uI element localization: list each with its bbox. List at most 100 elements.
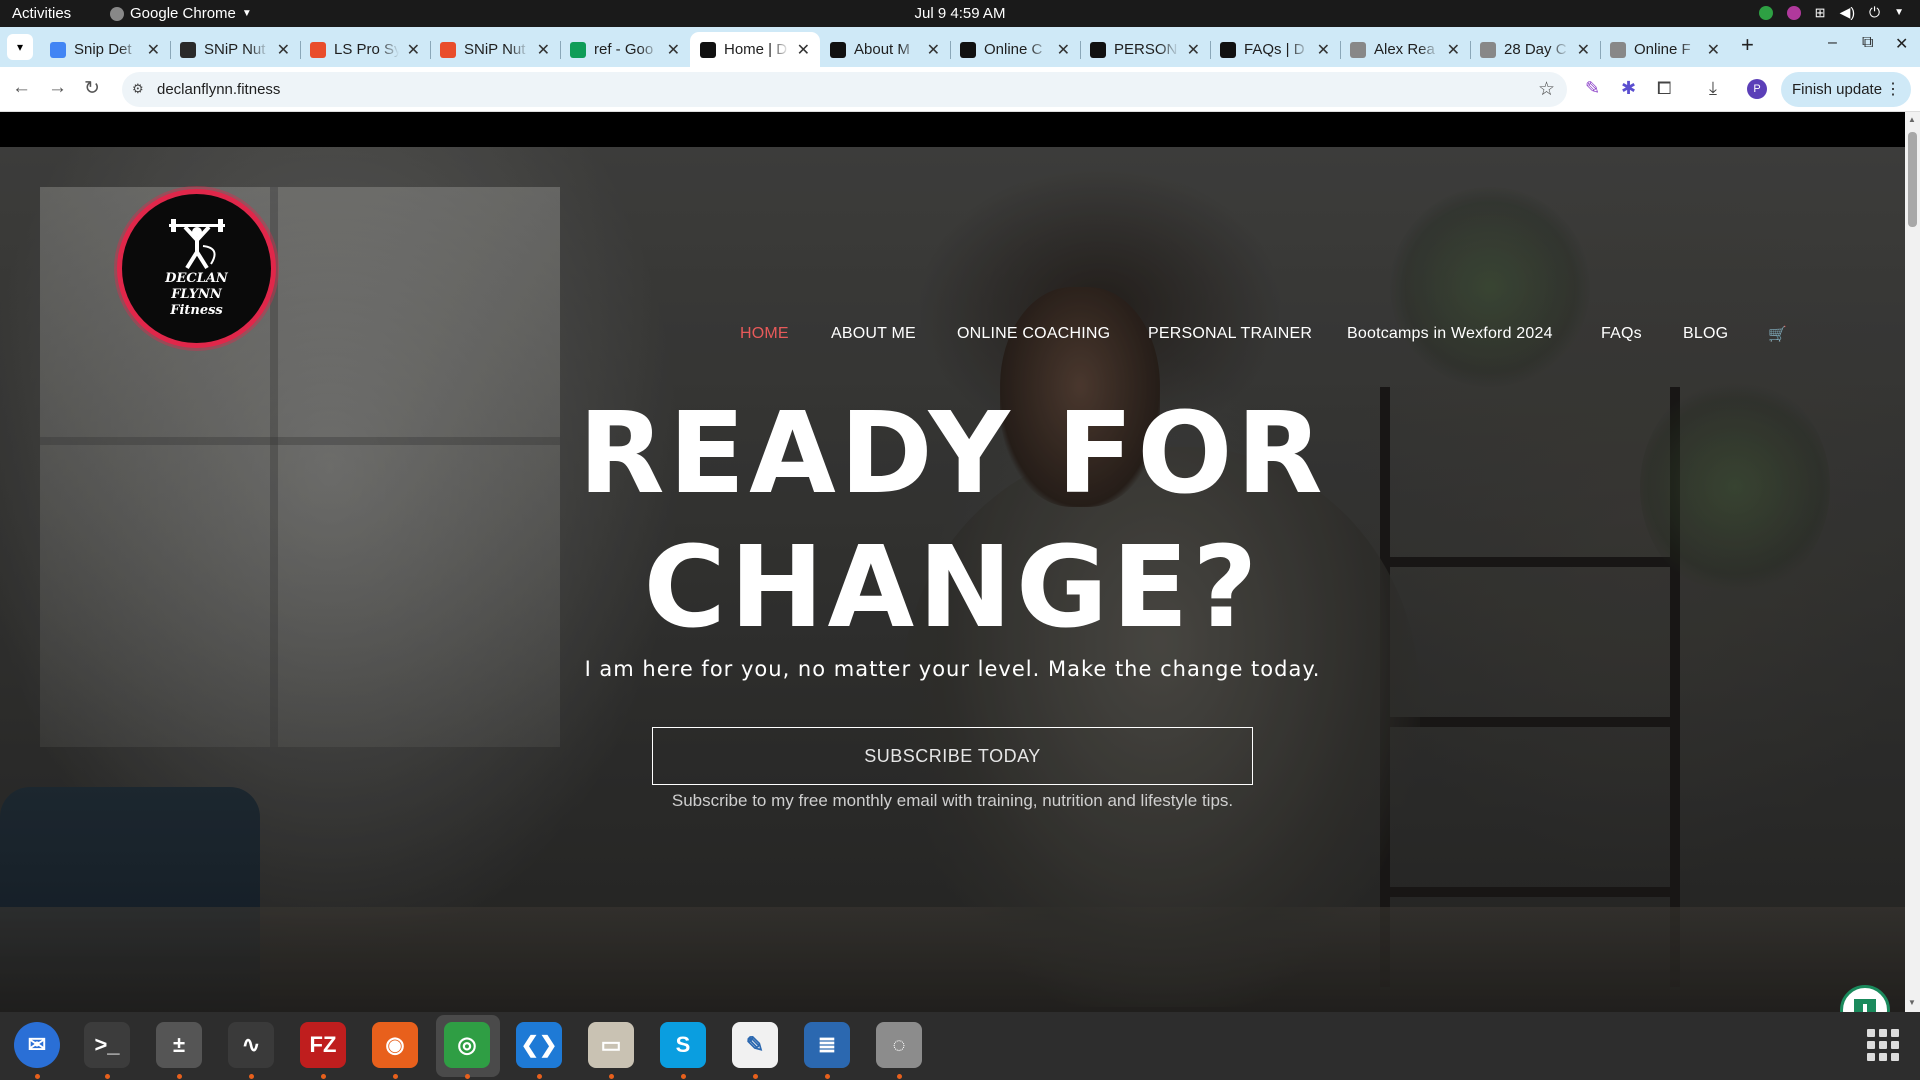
activities-button[interactable]: Activities [12,5,71,22]
browser-tab[interactable]: Online C ✕ [950,32,1080,67]
close-tab-icon[interactable]: ✕ [1317,40,1330,60]
close-tab-icon[interactable]: ✕ [797,40,810,60]
pen-extension-icon[interactable]: ✎ [1585,78,1600,99]
chrome-icon[interactable]: ◎ [444,1022,490,1068]
subscribe-today-button[interactable]: SUBSCRIBE TODAY [652,727,1253,785]
text-editor-icon[interactable]: ✎ [732,1022,778,1068]
close-tab-icon[interactable]: ✕ [1187,40,1200,60]
tab-separator [300,41,301,59]
site-logo[interactable]: DECLAN FLYNN Fitness [122,194,271,343]
browser-tab[interactable]: LS Pro Sy ✕ [300,32,430,67]
scroll-down-arrow-icon[interactable]: ▼ [1908,998,1916,1007]
reload-icon[interactable]: ↻ [84,77,100,100]
browser-tab[interactable]: PERSON ✕ [1080,32,1210,67]
new-tab-button[interactable]: + [1741,32,1754,58]
browser-tab[interactable]: ref - Goo ✕ [560,32,690,67]
app-menu[interactable]: Google Chrome ▼ [110,5,252,22]
close-window-icon[interactable]: ✕ [1895,34,1908,54]
nav-item-bootcamps[interactable]: Bootcamps in Wexford 2024 [1347,325,1553,343]
site-info-icon[interactable]: ⚙ [132,81,148,97]
tab-title: Online F [1634,41,1691,58]
running-indicator [393,1074,398,1079]
tab-separator [1340,41,1341,59]
close-tab-icon[interactable]: ✕ [1707,40,1720,60]
browser-tab[interactable]: 28 Day C ✕ [1470,32,1600,67]
nav-item-faqs[interactable]: FAQs [1601,325,1642,343]
more-menu-icon: ⋮ [1885,81,1901,98]
forward-arrow-icon[interactable]: → [48,77,67,99]
chevron-down-icon[interactable]: ▼ [1894,7,1904,18]
system-tray[interactable]: ⊞ ◀) ⏻ ▼ [1758,4,1904,21]
nav-item-about-me[interactable]: ABOUT ME [831,325,916,343]
url-text[interactable]: declanflynn.fitness [157,81,280,98]
download-icon[interactable]: ⤓ [1709,78,1717,99]
power-icon[interactable]: ⏻ [1869,4,1880,21]
back-arrow-icon[interactable]: ← [12,77,31,99]
volume-icon[interactable]: ◀) [1840,4,1855,21]
bookmark-star-icon[interactable]: ☆ [1538,78,1555,101]
browser-tab[interactable]: SNiP Nut ✕ [430,32,560,67]
finish-update-label: Finish update [1792,81,1883,98]
profile-avatar[interactable]: P [1747,79,1767,99]
tab-separator [1470,41,1471,59]
address-bar[interactable]: ⚙ declanflynn.fitness ☆ [122,72,1567,107]
subscribe-note: Subscribe to my free monthly email with … [671,791,1234,810]
tab-separator [1600,41,1601,59]
running-indicator [249,1074,254,1079]
skype-icon[interactable]: S [660,1022,706,1068]
cart-icon[interactable]: 🛒 [1768,325,1787,343]
close-tab-icon[interactable]: ✕ [537,40,550,60]
close-tab-icon[interactable]: ✕ [1577,40,1590,60]
page-scrollbar[interactable]: ▲ ▼ [1905,112,1920,1012]
calculator-icon[interactable]: ± [156,1022,202,1068]
gear-extension-icon[interactable]: ✱ [1621,78,1636,99]
scrollbar-thumb[interactable] [1908,132,1917,227]
close-tab-icon[interactable]: ✕ [407,40,420,60]
nav-item-home[interactable]: HOME [740,325,789,343]
update-indicator-icon[interactable] [1758,5,1773,20]
logo-line-3: Fitness [170,303,223,318]
close-tab-icon[interactable]: ✕ [1057,40,1070,60]
browser-tab[interactable]: About M ✕ [820,32,950,67]
snip-nutrition-icon [180,41,196,58]
minimize-icon[interactable]: – [1828,34,1837,52]
browser-tab[interactable]: Snip Det ✕ [40,32,170,67]
running-indicator [753,1074,758,1079]
extensions-puzzle-icon[interactable]: ⧠ [1657,78,1671,99]
close-tab-icon[interactable]: ✕ [147,40,160,60]
browser-tab[interactable]: Online F ✕ [1600,32,1730,67]
close-tab-icon[interactable]: ✕ [927,40,940,60]
finish-update-button[interactable]: Finish update ⋮ [1781,72,1911,107]
network-icon[interactable]: ⊞ [1815,5,1826,21]
browser-tab[interactable]: SNiP Nut ✕ [170,32,300,67]
extension-tray-icon[interactable] [1786,5,1801,20]
declan-flynn-icon [830,41,846,58]
browser-tab[interactable]: FAQs | D ✕ [1210,32,1340,67]
nav-item-blog[interactable]: BLOG [1683,325,1728,343]
tab-title: Home | D [724,41,788,58]
nav-item-online-coaching[interactable]: ONLINE COACHING [957,325,1110,343]
clock[interactable]: Jul 9 4:59 AM [915,5,1006,22]
close-tab-icon[interactable]: ✕ [1447,40,1460,60]
google-docs-icon [50,41,66,58]
libreoffice-writer-icon[interactable]: ≣ [804,1022,850,1068]
scroll-up-arrow-icon[interactable]: ▲ [1908,115,1916,124]
tab-separator [1210,41,1211,59]
browser-tab[interactable]: Alex Rea ✕ [1340,32,1470,67]
firefox-icon[interactable]: ◉ [372,1022,418,1068]
restore-icon[interactable]: ⧉ [1862,34,1873,52]
filezilla-icon[interactable]: FZ [300,1022,346,1068]
close-tab-icon[interactable]: ✕ [667,40,680,60]
nav-item-personal-trainer[interactable]: PERSONAL TRAINER [1148,325,1312,343]
browser-tab[interactable]: Home | D ✕ [690,32,820,67]
show-apps-grid-icon[interactable] [1867,1029,1899,1061]
files-icon[interactable]: ▭ [588,1022,634,1068]
tab-search-button[interactable]: ▾ [7,34,33,60]
system-monitor-icon[interactable]: ∿ [228,1022,274,1068]
close-tab-icon[interactable]: ✕ [277,40,290,60]
vscode-icon[interactable]: ❮❯ [516,1022,562,1068]
tab-separator [1080,41,1081,59]
thunderbird-icon[interactable]: ✉ [14,1022,60,1068]
terminal-icon[interactable]: >_ [84,1022,130,1068]
disk-utility-icon[interactable]: ◌ [876,1022,922,1068]
